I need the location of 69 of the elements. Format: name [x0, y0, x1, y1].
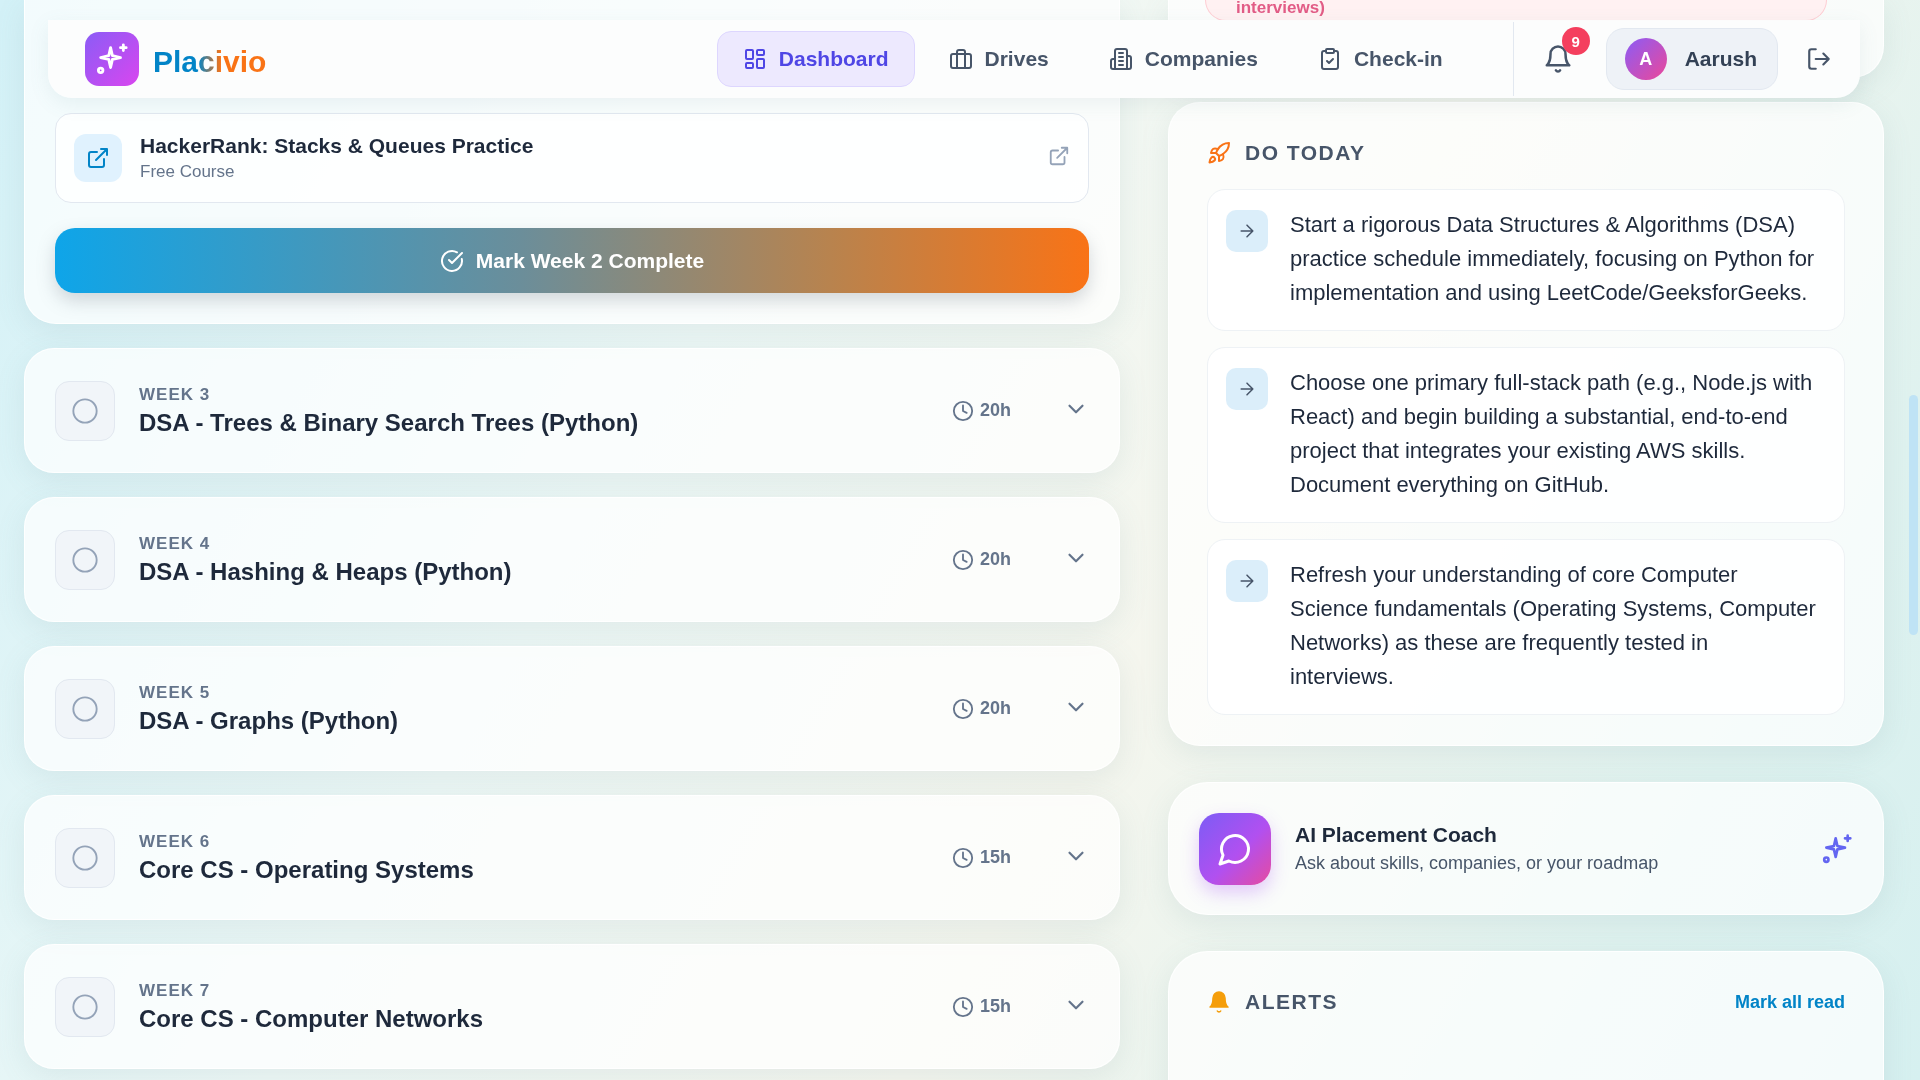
bell-icon	[1207, 990, 1231, 1014]
logout-icon	[1806, 46, 1832, 72]
clock-icon	[951, 995, 974, 1018]
rocket-icon	[1207, 141, 1231, 165]
scrollbar[interactable]	[1909, 395, 1918, 635]
circle-icon	[71, 694, 99, 723]
week-label: WEEK 7	[139, 980, 212, 1001]
coach-subtitle: Ask about skills, companies, or your roadmap	[1295, 853, 1660, 874]
circle-icon	[71, 545, 99, 574]
check-circle-icon	[439, 248, 464, 273]
week-checkbox[interactable]	[55, 976, 115, 1037]
week-label: WEEK 5	[139, 682, 212, 703]
week-title: DSA - Graphs (Python)	[139, 706, 400, 735]
resource-link[interactable]: HackerRank: Stacks & Queues Practice Free Course	[55, 113, 1089, 203]
circle-icon	[71, 992, 99, 1021]
circle-icon	[71, 843, 99, 872]
clock-icon	[951, 697, 974, 720]
week-title: Core CS - Operating Systems	[139, 855, 475, 884]
briefcase-icon	[948, 47, 973, 71]
week-card[interactable]: WEEK 7 Core CS - Computer Networks 15h	[24, 944, 1120, 1069]
profile-button[interactable]: A Aarush	[1605, 28, 1778, 90]
avatar: A	[1624, 38, 1667, 80]
week-card[interactable]: WEEK 5 DSA - Graphs (Python) 20h	[24, 646, 1120, 771]
hours-text: 20h	[979, 698, 1011, 719]
week-title: Core CS - Computer Networks	[139, 1004, 485, 1033]
week-checkbox[interactable]	[55, 678, 115, 739]
week-checkbox[interactable]	[55, 380, 115, 441]
section-title: DO TODAY	[1245, 141, 1366, 165]
dashboard-icon	[742, 47, 767, 71]
external-link-icon	[86, 146, 110, 170]
circle-icon	[71, 396, 99, 425]
week-title: DSA - Trees & Binary Search Trees (Python)	[139, 408, 640, 437]
week-card[interactable]: WEEK 4 DSA - Hashing & Heaps (Python) 20h	[24, 497, 1120, 622]
week-title: DSA - Hashing & Heaps (Python)	[139, 557, 513, 586]
week-card[interactable]: WEEK 3 DSA - Trees & Binary Search Trees (Python) 20h	[24, 348, 1120, 473]
notification-badge: 9	[1561, 27, 1590, 55]
mark-all-read-link[interactable]: Mark all read	[1734, 991, 1845, 1013]
nav-tab[interactable]: Drives	[922, 31, 1075, 87]
week-checkbox[interactable]	[55, 529, 115, 590]
hours-text: 15h	[979, 847, 1011, 868]
hours-text: 20h	[979, 400, 1011, 421]
logout-button[interactable]	[1806, 46, 1832, 72]
section-title: ALERTS	[1245, 990, 1338, 1014]
task-text: Choose one primary full-stack path (e.g., Node.js with React) and begin building a substantial, end-to-end project that integrates your existing AWS skills. Document everything on GitHub.	[1290, 369, 1814, 499]
coach-card[interactable]: AI Placement Coach Ask about skills, companies, or your roadmap	[1168, 782, 1884, 915]
week-label: WEEK 4	[139, 533, 212, 554]
external-link-icon	[1048, 145, 1070, 167]
resource-title: HackerRank: Stacks & Queues Practice	[140, 134, 535, 158]
resource-source: Free Course	[140, 162, 236, 182]
week-card[interactable]: WEEK 6 Core CS - Operating Systems 15h	[24, 795, 1120, 920]
complete-week-button[interactable]: Mark Week 2 Complete	[55, 228, 1089, 293]
week-checkbox[interactable]	[55, 827, 115, 888]
task-text: Start a rigorous Data Structures & Algorithms (DSA) practice schedule immediately, focusing on Python for implementation and using LeetCode/GeeksforGeeks.	[1290, 211, 1816, 307]
clock-icon	[951, 548, 974, 571]
task-text: Refresh your understanding of core Computer Science fundamentals (Operating Systems, Computer Networks) as these are frequently tested in interviews.	[1290, 561, 1816, 691]
coach-title: AI Placement Coach	[1295, 823, 1498, 847]
week-label: WEEK 6	[139, 831, 212, 852]
nav-tab[interactable]: Dashboard	[716, 31, 915, 87]
tip-text: interviews)	[1205, 0, 1827, 21]
hours-text: 20h	[979, 549, 1011, 570]
sparkles-icon	[1821, 832, 1853, 865]
clock-icon	[951, 399, 974, 422]
clock-icon	[951, 846, 974, 869]
building-icon	[1108, 47, 1133, 71]
hours-text: 15h	[979, 996, 1011, 1017]
logo-icon	[95, 42, 129, 76]
nav-tab[interactable]: Check-in	[1291, 31, 1469, 87]
week-label: WEEK 3	[139, 384, 212, 405]
nav-tab[interactable]: Companies	[1082, 31, 1284, 87]
